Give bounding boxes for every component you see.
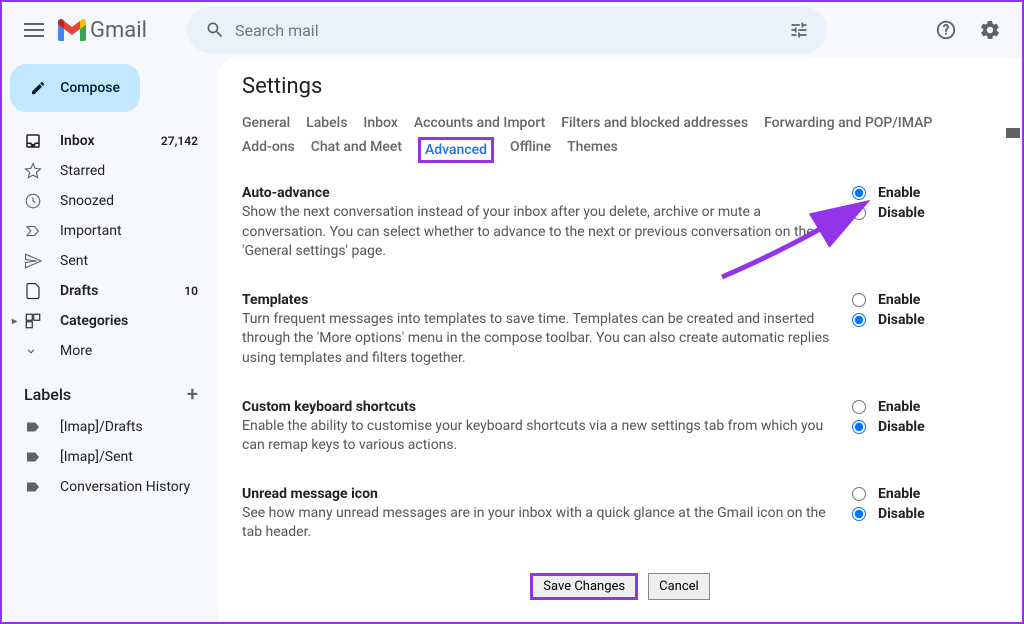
label-icon bbox=[24, 448, 42, 466]
chevron-down-icon bbox=[24, 344, 38, 358]
help-icon bbox=[935, 19, 957, 41]
gear-icon bbox=[979, 19, 1001, 41]
search-options-button[interactable] bbox=[779, 10, 819, 50]
app-header: Gmail bbox=[2, 2, 1022, 58]
tab-themes[interactable]: Themes bbox=[567, 137, 618, 163]
tab-forwarding[interactable]: Forwarding and POP/IMAP bbox=[764, 113, 932, 133]
tab-inbox[interactable]: Inbox bbox=[363, 113, 397, 133]
draft-icon bbox=[24, 282, 42, 300]
tab-offline[interactable]: Offline bbox=[510, 137, 551, 163]
tab-general[interactable]: General bbox=[242, 113, 290, 133]
sidebar-item-categories[interactable]: ▸ Categories bbox=[2, 306, 210, 336]
auto-advance-disable[interactable]: Disable bbox=[852, 205, 992, 221]
compose-label: Compose bbox=[60, 80, 120, 96]
sidebar-item-important[interactable]: Important bbox=[2, 216, 210, 246]
templates-enable[interactable]: Enable bbox=[852, 292, 992, 308]
send-icon bbox=[24, 252, 42, 270]
setting-auto-advance: Auto-advance Show the next conversation … bbox=[218, 175, 1022, 282]
sidebar-nav: Inbox 27,142 Starred Snoozed Important S… bbox=[2, 126, 210, 366]
page-title: Settings bbox=[218, 74, 1022, 113]
sidebar-item-drafts[interactable]: Drafts 10 bbox=[2, 276, 210, 306]
add-label-button[interactable]: + bbox=[187, 382, 198, 406]
main-menu-button[interactable] bbox=[14, 10, 54, 50]
pencil-icon bbox=[30, 78, 46, 98]
label-icon bbox=[24, 418, 42, 436]
setting-keyboard-shortcuts: Custom keyboard shortcuts Enable the abi… bbox=[218, 389, 1022, 476]
sidebar-item-sent[interactable]: Sent bbox=[2, 246, 210, 276]
clock-icon bbox=[24, 192, 42, 210]
sidebar: Compose Inbox 27,142 Starred Snoozed Imp… bbox=[2, 58, 218, 622]
label-item[interactable]: [Imap]/Drafts bbox=[2, 412, 210, 442]
shortcuts-enable[interactable]: Enable bbox=[852, 399, 992, 415]
label-icon bbox=[24, 478, 42, 496]
labels-list: [Imap]/Drafts [Imap]/Sent Conversation H… bbox=[2, 412, 210, 502]
templates-disable[interactable]: Disable bbox=[852, 312, 992, 328]
app-name: Gmail bbox=[90, 18, 147, 43]
important-icon bbox=[24, 222, 42, 240]
unread-icon-disable[interactable]: Disable bbox=[852, 506, 992, 522]
settings-tabs: General Labels Inbox Accounts and Import… bbox=[218, 113, 1022, 175]
search-icon bbox=[205, 20, 225, 40]
tune-icon bbox=[789, 20, 809, 40]
unread-icon-enable[interactable]: Enable bbox=[852, 486, 992, 502]
search-button[interactable] bbox=[195, 10, 235, 50]
tab-labels[interactable]: Labels bbox=[306, 113, 347, 133]
labels-section-header: Labels + bbox=[2, 366, 210, 412]
setting-unread-icon: Unread message icon See how many unread … bbox=[218, 476, 1022, 563]
compose-button[interactable]: Compose bbox=[10, 64, 140, 112]
search-input[interactable] bbox=[235, 21, 779, 40]
action-buttons: Save Changes Cancel bbox=[218, 563, 1022, 610]
label-item[interactable]: Conversation History bbox=[2, 472, 210, 502]
sidebar-item-snoozed[interactable]: Snoozed bbox=[2, 186, 210, 216]
inbox-icon bbox=[24, 132, 42, 150]
main-content: Settings General Labels Inbox Accounts a… bbox=[218, 58, 1022, 622]
chevron-right-icon: ▸ bbox=[12, 316, 24, 327]
input-tools-indicator[interactable] bbox=[1006, 128, 1020, 138]
hamburger-icon bbox=[24, 23, 44, 37]
tab-advanced[interactable]: Advanced bbox=[418, 137, 494, 163]
search-bar[interactable] bbox=[187, 7, 827, 53]
sidebar-item-inbox[interactable]: Inbox 27,142 bbox=[2, 126, 210, 156]
support-button[interactable] bbox=[926, 10, 966, 50]
tab-addons[interactable]: Add-ons bbox=[242, 137, 295, 163]
sidebar-item-more[interactable]: More bbox=[2, 336, 210, 366]
gmail-icon bbox=[58, 19, 86, 41]
categories-icon bbox=[24, 312, 42, 330]
tab-accounts[interactable]: Accounts and Import bbox=[414, 113, 545, 133]
star-icon bbox=[24, 162, 42, 180]
tab-chat[interactable]: Chat and Meet bbox=[311, 137, 402, 163]
label-item[interactable]: [Imap]/Sent bbox=[2, 442, 210, 472]
cancel-button[interactable]: Cancel bbox=[648, 573, 710, 600]
setting-templates: Templates Turn frequent messages into te… bbox=[218, 282, 1022, 389]
tab-filters[interactable]: Filters and blocked addresses bbox=[561, 113, 748, 133]
save-button[interactable]: Save Changes bbox=[530, 573, 638, 600]
shortcuts-disable[interactable]: Disable bbox=[852, 419, 992, 435]
auto-advance-enable[interactable]: Enable bbox=[852, 185, 992, 201]
gmail-logo[interactable]: Gmail bbox=[58, 18, 147, 43]
settings-button[interactable] bbox=[970, 10, 1010, 50]
sidebar-item-starred[interactable]: Starred bbox=[2, 156, 210, 186]
